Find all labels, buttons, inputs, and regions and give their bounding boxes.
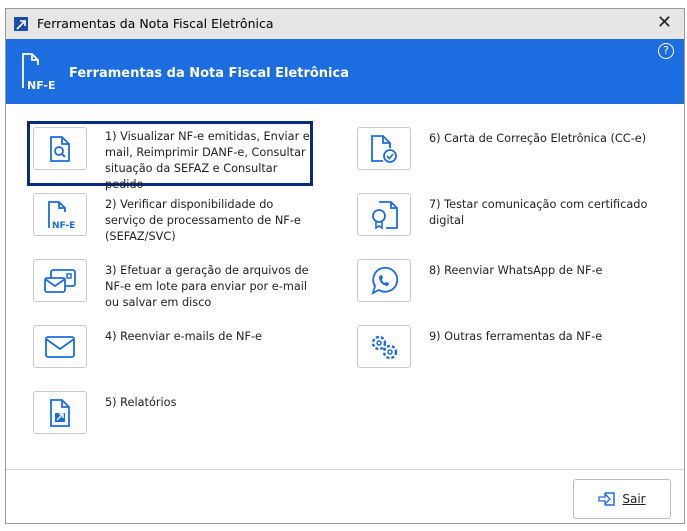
tool-button-7[interactable]	[357, 193, 411, 236]
batch-mail-icon	[44, 268, 76, 293]
tool-button-6[interactable]	[357, 127, 411, 170]
window-title: Ferramentas da Nota Fiscal Eletrônica	[37, 16, 274, 31]
tool-button-1[interactable]	[33, 127, 87, 170]
help-icon[interactable]: ?	[658, 43, 674, 59]
tool-label-3[interactable]: 3) Efetuar a geração de arquivos de NF-e…	[105, 263, 315, 311]
tool-button-9[interactable]	[357, 325, 411, 368]
tool-button-3[interactable]	[33, 259, 87, 302]
tool-button-5[interactable]	[33, 391, 87, 434]
tool-label-8[interactable]: 8) Reenviar WhatsApp de NF-e	[429, 263, 669, 279]
header-title: Ferramentas da Nota Fiscal Eletrônica	[69, 66, 349, 81]
tool-button-4[interactable]	[33, 325, 87, 368]
tool-label-9[interactable]: 9) Outras ferramentas da NF-e	[429, 329, 669, 345]
tool-label-6[interactable]: 6) Carta de Correção Eletrônica (CC-e)	[429, 131, 669, 147]
report-icon	[50, 398, 70, 427]
footer-divider	[6, 469, 684, 470]
header-banner: NF-E ? Ferramentas da Nota Fiscal Eletrô…	[6, 39, 684, 104]
svg-text:NF-E: NF-E	[27, 79, 55, 92]
tool-button-2[interactable]: NF-E	[33, 193, 87, 236]
app-icon	[14, 17, 28, 31]
nfe-logo-icon: NF-E	[22, 53, 55, 92]
document-check-icon	[371, 134, 397, 163]
gears-icon	[371, 335, 398, 359]
tool-label-1[interactable]: 1) Visualizar NF-e emitidas, Enviar e-ma…	[105, 129, 315, 193]
exit-button[interactable]: Sair	[573, 479, 671, 519]
tool-label-2[interactable]: 2) Verificar disponibilidade do serviço …	[105, 197, 315, 245]
dialog-window: Ferramentas da Nota Fiscal Eletrônica ✕ …	[5, 8, 685, 524]
envelope-icon	[45, 335, 75, 358]
document-search-icon	[50, 135, 70, 162]
tool-label-7[interactable]: 7) Testar comunicação com certificado di…	[429, 197, 679, 229]
tool-label-4[interactable]: 4) Reenviar e-mails de NF-e	[105, 329, 315, 345]
svg-text:NF-E: NF-E	[52, 221, 75, 230]
exit-label: Sair	[622, 492, 646, 506]
certificate-icon	[372, 200, 398, 229]
whatsapp-icon	[371, 266, 399, 295]
close-icon[interactable]: ✕	[657, 12, 672, 33]
title-bar: Ferramentas da Nota Fiscal Eletrônica ✕	[6, 9, 684, 39]
exit-icon	[598, 492, 616, 506]
tool-button-8[interactable]	[357, 259, 411, 302]
tool-label-5[interactable]: 5) Relatórios	[105, 395, 315, 411]
nfe-document-icon: NF-E	[48, 200, 75, 230]
